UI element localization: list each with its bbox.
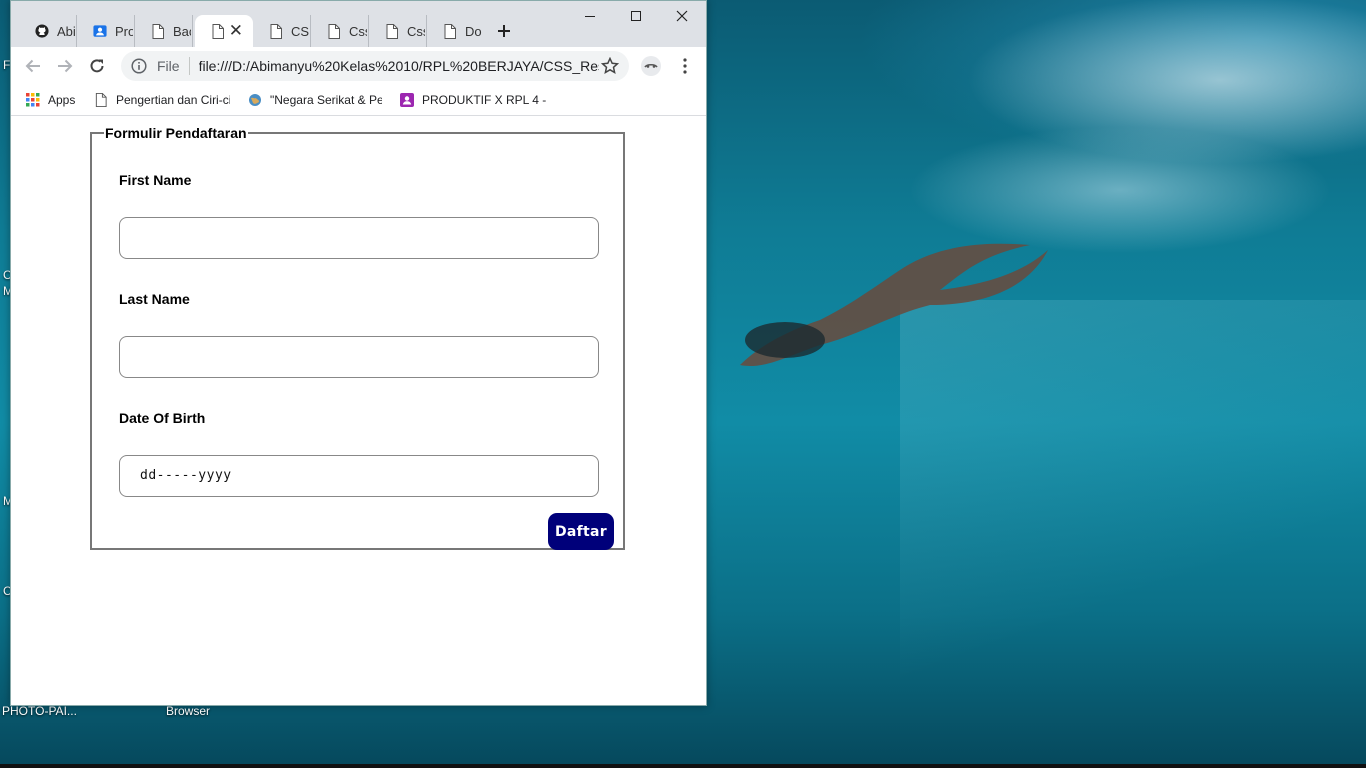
daftar-button[interactable]: Daftar [548,513,614,550]
tab-active[interactable]: ✕ [195,15,253,47]
bookmark-negara-serikat[interactable]: "Negara Serikat & Pe [248,91,382,109]
last-name-input[interactable] [119,336,599,378]
apps-grid-icon [26,93,40,107]
date-of-birth-input[interactable]: dd-----yyyy [119,455,599,497]
desktop-icon-browser[interactable]: Browser [166,704,210,718]
reload-button[interactable] [84,53,110,79]
form-legend: Formulir Pendaftaran [105,125,247,141]
tab-title: Bac [173,23,191,39]
page-icon [211,23,225,39]
tab-abi[interactable]: Abi [19,15,77,47]
minimize-icon [585,16,595,17]
maximize-icon [631,11,641,21]
github-icon [35,23,49,39]
close-tab-icon[interactable]: ✕ [229,21,243,41]
first-name-label: First Name [119,172,192,188]
forward-button[interactable] [52,53,78,79]
bookmark-label: Apps [48,93,76,107]
more-vert-icon [683,58,687,74]
url-text[interactable]: file:///D:/Abimanyu%20Kelas%2010/RPL%20B… [199,58,599,74]
date-placeholder: dd-----yyyy [140,468,232,483]
address-bar[interactable]: File file:///D:/Abimanyu%20Kelas%2010/RP… [121,51,629,81]
last-name-label: Last Name [119,291,190,307]
tab-title: Abi [57,23,75,39]
classroom-icon [400,93,414,107]
page-icon [269,23,283,39]
bookmarks-bar: Apps Pengertian dan Ciri-ci "Negara Seri… [11,85,706,116]
url-scheme: File [157,58,180,74]
page-icon [151,23,165,39]
page-icon [327,23,341,39]
tab-pro[interactable]: Pro [77,15,135,47]
tab-do[interactable]: Do [427,15,485,47]
tab-css-2[interactable]: Css [311,15,369,47]
tab-strip: Abi Pro Bac ✕ CSS [11,1,706,47]
wallpaper-diver [740,243,1048,366]
minimize-button[interactable] [567,5,613,27]
omnibox-divider [188,57,190,75]
profile-icon [93,23,107,39]
browser-toolbar: File file:///D:/Abimanyu%20Kelas%2010/RP… [11,47,706,85]
browser-window: Abi Pro Bac ✕ CSS [10,0,707,706]
bookmark-label: "Negara Serikat & Pe [270,93,382,107]
desktop-icon-photo-paint[interactable]: PHOTO-PAI... [2,704,77,718]
tab-title: Pro [115,23,133,39]
taskbar-edge [0,764,1366,768]
bookmark-label: Pengertian dan Ciri-ci [116,93,230,107]
globe-icon [249,94,261,106]
date-of-birth-label: Date Of Birth [119,410,206,426]
extension-icon[interactable] [641,56,661,76]
forward-arrow-icon [58,59,73,73]
page-content: Formulir Pendaftaran First Name Last Nam… [11,116,706,705]
tab-css[interactable]: CSS [253,15,311,47]
tab-css-3[interactable]: Css [369,15,427,47]
tab-title: CSS [291,23,309,39]
info-icon[interactable] [131,58,147,74]
plus-icon [498,25,510,37]
page-icon [385,23,399,39]
tab-bac[interactable]: Bac [135,15,193,47]
bookmark-produktif[interactable]: PRODUKTIF X RPL 4 - [400,91,550,109]
first-name-input[interactable] [119,217,599,259]
new-tab-button[interactable] [491,18,517,44]
close-window-button[interactable] [659,5,705,27]
maximize-button[interactable] [613,5,659,27]
tab-title: Do [465,23,482,39]
bookmark-label: PRODUKTIF X RPL 4 - [422,93,547,107]
bookmark-apps[interactable]: Apps [26,91,96,109]
back-arrow-icon [25,59,40,73]
browser-menu-button[interactable] [675,55,695,77]
tab-title: Css [407,23,425,39]
page-icon [95,93,107,107]
bookmark-pengertian[interactable]: Pengertian dan Ciri-ci [94,91,230,109]
reload-icon [90,59,104,73]
back-button[interactable] [20,53,46,79]
tab-title: Css [349,23,367,39]
page-icon [443,23,457,39]
close-icon [676,10,688,22]
bookmark-star-icon[interactable] [601,57,619,75]
registration-form: Formulir Pendaftaran First Name Last Nam… [90,125,625,550]
